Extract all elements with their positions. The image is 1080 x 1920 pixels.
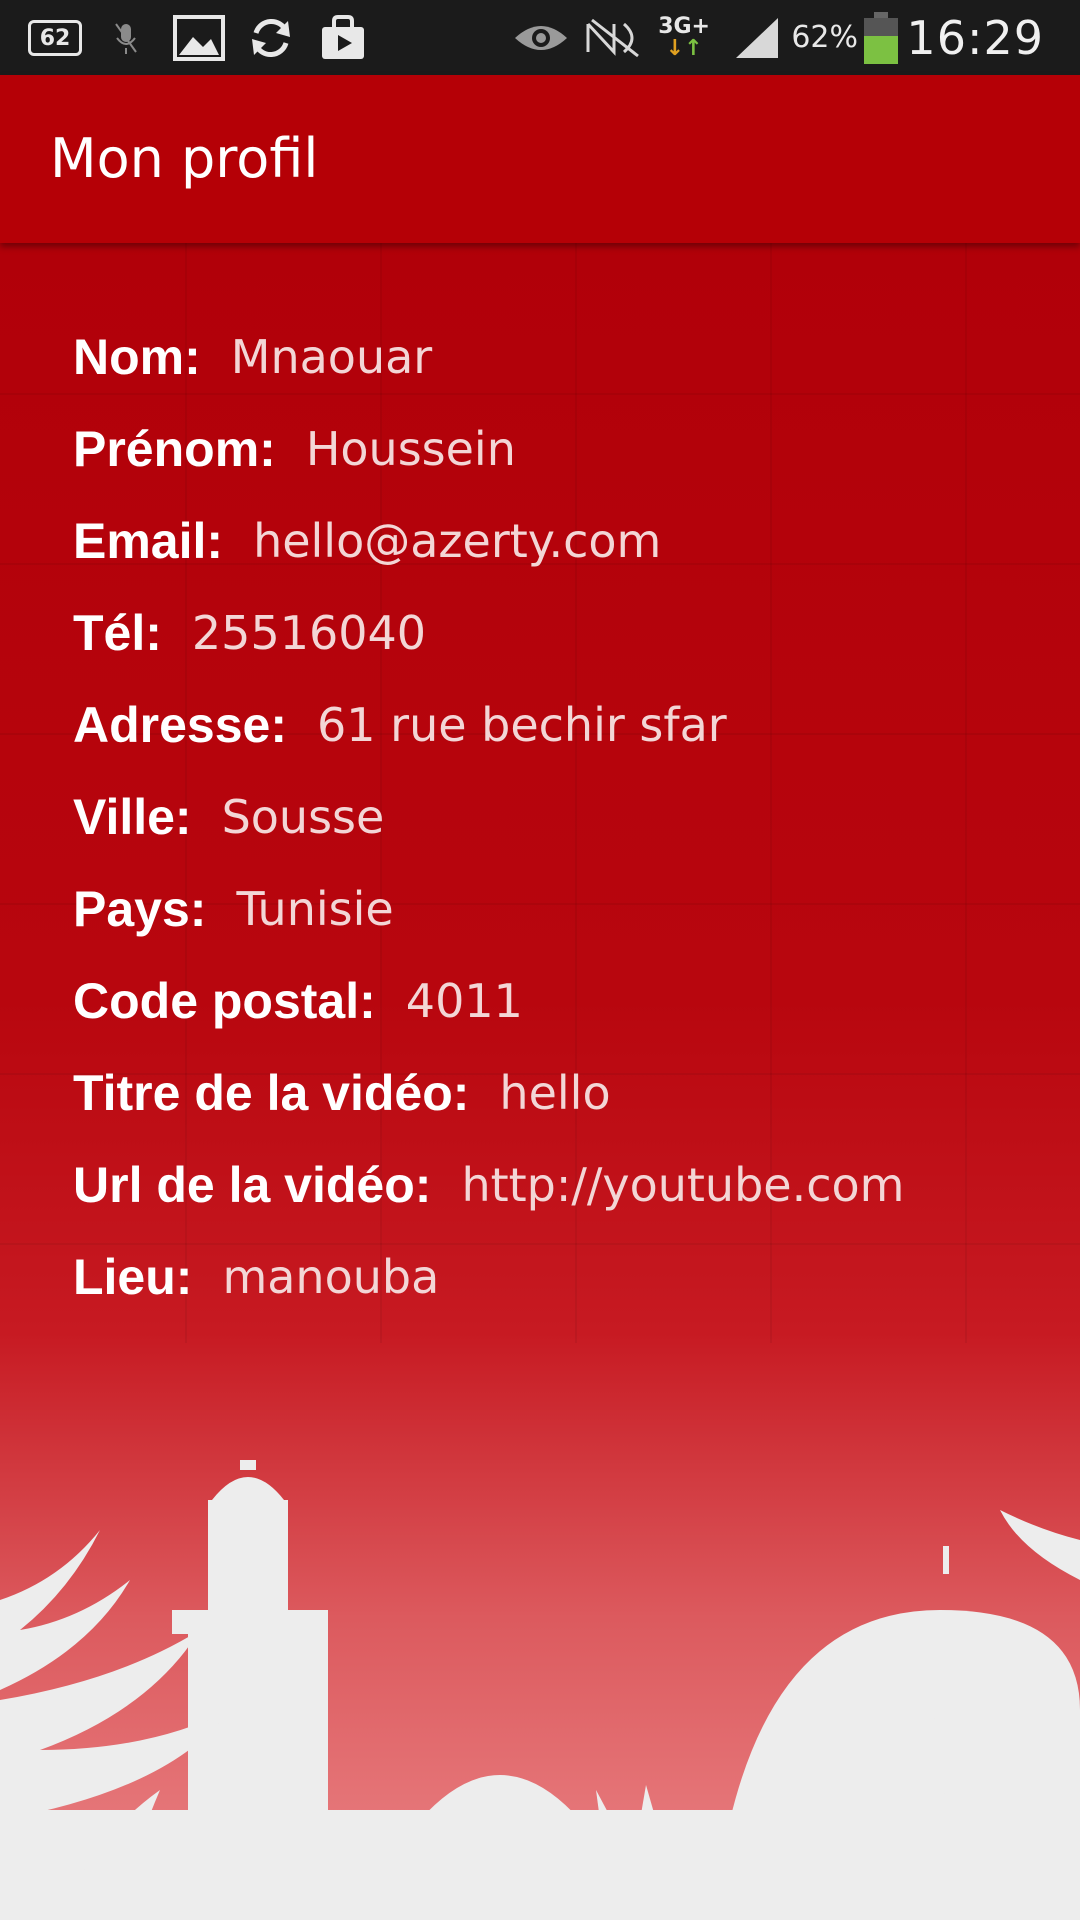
notification-count-icon: 62 bbox=[28, 20, 82, 56]
field-value: http://youtube.com bbox=[461, 1158, 905, 1212]
field-label: Url de la vidéo: bbox=[73, 1157, 432, 1213]
field-tel: Tél: 25516040 bbox=[73, 587, 904, 679]
image-icon bbox=[173, 0, 225, 75]
mute-mic-icon bbox=[112, 0, 140, 75]
field-value: hello@azerty.com bbox=[253, 514, 662, 568]
field-url-video: Url de la vidéo: http://youtube.com bbox=[73, 1139, 904, 1231]
field-value: Mnaouar bbox=[230, 330, 433, 384]
profile-field-list: Nom: Mnaouar Prénom: Houssein Email: hel… bbox=[73, 311, 904, 1323]
field-value: hello bbox=[499, 1066, 611, 1120]
network-type-label: 3G+ bbox=[658, 13, 710, 39]
field-value: 61 rue bechir sfar bbox=[317, 698, 727, 752]
eye-icon bbox=[513, 0, 569, 75]
field-value: manouba bbox=[222, 1250, 440, 1304]
field-email: Email: hello@azerty.com bbox=[73, 495, 904, 587]
action-bar: Mon profil bbox=[0, 75, 1080, 243]
field-value: 25516040 bbox=[191, 606, 427, 660]
field-label: Nom: bbox=[73, 329, 201, 385]
page-title: Mon profil bbox=[50, 127, 319, 190]
field-label: Tél: bbox=[73, 605, 162, 661]
field-ville: Ville: Sousse bbox=[73, 771, 904, 863]
field-label: Code postal: bbox=[73, 973, 376, 1029]
signal-icon bbox=[732, 0, 780, 75]
play-store-icon bbox=[320, 0, 366, 75]
field-label: Ville: bbox=[73, 789, 192, 845]
field-titre-video: Titre de la vidéo: hello bbox=[73, 1047, 904, 1139]
skyline-illustration bbox=[0, 1460, 1080, 1920]
field-label: Titre de la vidéo: bbox=[73, 1065, 470, 1121]
field-value: Tunisie bbox=[236, 882, 394, 936]
field-adresse: Adresse: 61 rue bechir sfar bbox=[73, 679, 904, 771]
status-bar: 62 3G+ ↓↑ 62% 16:29 bbox=[0, 0, 1080, 75]
clock-time: 16:29 bbox=[906, 10, 1044, 65]
battery-percent: 62% bbox=[791, 20, 858, 55]
field-pays: Pays: Tunisie bbox=[73, 863, 904, 955]
field-value: Sousse bbox=[221, 790, 385, 844]
sync-icon bbox=[246, 0, 296, 75]
battery-icon bbox=[862, 0, 900, 75]
field-label: Lieu: bbox=[73, 1249, 193, 1305]
field-label: Pays: bbox=[73, 881, 207, 937]
field-code-postal: Code postal: 4011 bbox=[73, 955, 904, 1047]
field-value: Houssein bbox=[305, 422, 516, 476]
field-label: Adresse: bbox=[73, 697, 287, 753]
profile-content: Nom: Mnaouar Prénom: Houssein Email: hel… bbox=[0, 243, 1080, 1920]
network-3g-icon: 3G+ ↓↑ bbox=[658, 13, 710, 61]
field-label: Prénom: bbox=[73, 421, 276, 477]
field-prenom: Prénom: Houssein bbox=[73, 403, 904, 495]
field-nom: Nom: Mnaouar bbox=[73, 311, 904, 403]
field-lieu: Lieu: manouba bbox=[73, 1231, 904, 1323]
field-label: Email: bbox=[73, 513, 224, 569]
nfc-icon bbox=[584, 0, 644, 75]
field-value: 4011 bbox=[405, 974, 523, 1028]
